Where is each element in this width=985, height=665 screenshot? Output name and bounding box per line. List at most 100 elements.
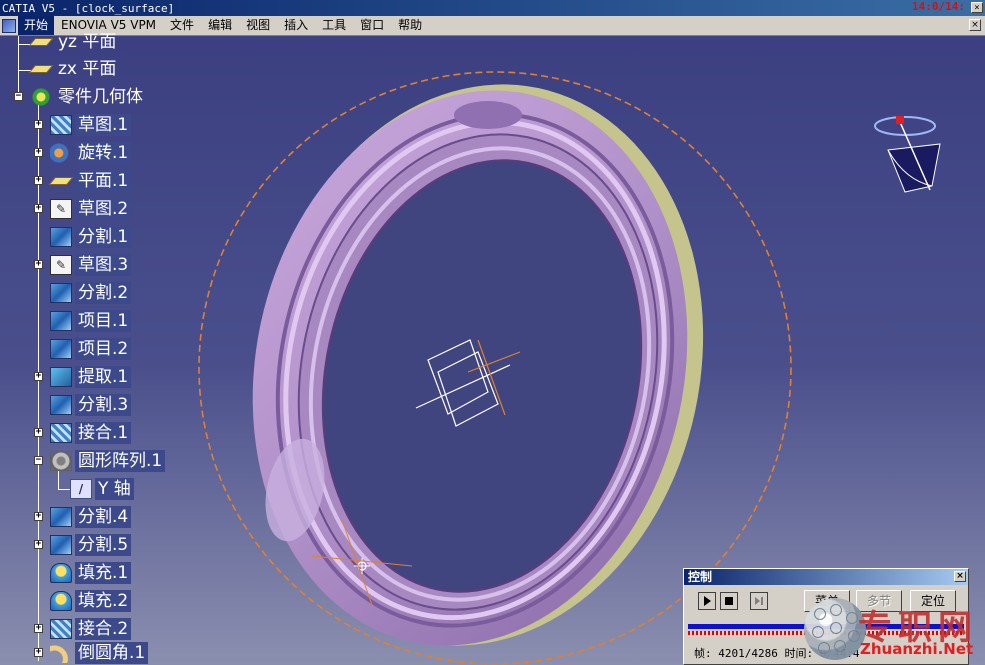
sketch-icon: ✎ xyxy=(50,199,72,219)
orientation-compass[interactable] xyxy=(874,116,941,193)
plane-icon xyxy=(48,171,74,191)
menu-window[interactable]: 窗口 xyxy=(353,16,391,35)
tree-item[interactable]: 分割.4 xyxy=(50,505,132,529)
window-titlebar: CATIA V5 - [clock_surface] 14:0/14: × xyxy=(0,0,985,16)
tree-item[interactable]: ✎ 草图.3 xyxy=(50,253,132,277)
window-close-button[interactable]: × xyxy=(971,2,983,13)
tree-item-label: 接合.1 xyxy=(75,422,132,444)
control-panel-close-button[interactable]: × xyxy=(954,571,966,582)
tree-item[interactable]: 分割.3 xyxy=(50,393,132,417)
specification-tree: yz 平面 zx 平面 − 零件几何体 + 草图.1 + 旋转.1 + 平面.1… xyxy=(0,32,200,665)
tree-item[interactable]: 分割.1 xyxy=(50,225,132,249)
tree-item-label: 旋转.1 xyxy=(75,142,132,164)
play-button[interactable] xyxy=(698,592,716,610)
tree-item-label: 项目.1 xyxy=(75,310,132,332)
expand-toggle[interactable]: + xyxy=(34,512,43,521)
tree-item[interactable]: zx 平面 xyxy=(28,57,119,81)
expand-toggle[interactable]: + xyxy=(34,120,43,129)
tree-item[interactable]: 填充.2 xyxy=(50,589,132,613)
join-icon xyxy=(50,423,72,443)
tree-item[interactable]: 接合.1 xyxy=(50,421,132,445)
tree-item[interactable]: 零件几何体 xyxy=(30,85,146,109)
tree-item[interactable]: 提取.1 xyxy=(50,365,132,389)
tree-item[interactable]: 圆形阵列.1 xyxy=(50,449,166,473)
split-icon xyxy=(50,395,72,415)
tree-item-label: Y 轴 xyxy=(95,478,134,500)
expand-toggle[interactable]: + xyxy=(34,176,43,185)
tree-item[interactable]: 接合.2 xyxy=(50,617,132,641)
projection-icon xyxy=(50,311,72,331)
play-icon xyxy=(704,596,711,606)
watermark: 专职网 Zhuanzhi.Net xyxy=(800,592,985,665)
watermark-en-text: Zhuanzhi.Net xyxy=(860,640,974,658)
tree-item[interactable]: yz 平面 xyxy=(28,30,119,54)
projection-icon xyxy=(50,339,72,359)
axis-icon: / xyxy=(70,479,92,499)
extract-icon xyxy=(50,367,72,387)
collapse-toggle[interactable]: − xyxy=(14,92,23,101)
expand-toggle[interactable]: + xyxy=(34,204,43,213)
collapse-toggle[interactable]: − xyxy=(34,456,43,465)
tree-item-label: 提取.1 xyxy=(75,366,132,388)
tree-item-label: 平面.1 xyxy=(75,170,132,192)
tree-item-label: 项目.2 xyxy=(75,338,132,360)
tree-item-label: 零件几何体 xyxy=(58,87,143,107)
menu-help[interactable]: 帮助 xyxy=(391,16,429,35)
clock-display: 14:0/14: xyxy=(912,0,965,13)
expand-toggle[interactable]: + xyxy=(34,260,43,269)
window-title: CATIA V5 - [clock_surface] xyxy=(2,1,175,15)
expand-toggle[interactable]: + xyxy=(34,372,43,381)
tree-item-label: 接合.2 xyxy=(75,618,132,640)
tree-connector xyxy=(18,36,19,96)
fillet-icon xyxy=(50,643,72,663)
document-close-button[interactable]: × xyxy=(969,19,981,31)
menu-bar: 开始 ENOVIA V5 VPM 文件 编辑 视图 插入 工具 窗口 帮助 × xyxy=(0,16,985,36)
step-button[interactable] xyxy=(750,592,768,610)
tree-item[interactable]: 填充.1 xyxy=(50,561,132,585)
tree-item-label: 分割.4 xyxy=(75,506,132,528)
control-panel-titlebar: 控制 × xyxy=(684,569,968,585)
stop-button[interactable] xyxy=(720,592,738,610)
menu-edit[interactable]: 编辑 xyxy=(201,16,239,35)
split-icon xyxy=(50,535,72,555)
tree-item-label: 倒圆角.1 xyxy=(75,642,149,664)
tree-item-label: 草图.1 xyxy=(75,114,132,136)
tree-item-label: 圆形阵列.1 xyxy=(75,450,166,472)
part-body-icon xyxy=(30,87,52,107)
tree-item[interactable]: 分割.2 xyxy=(50,281,132,305)
fill-icon xyxy=(50,591,72,611)
expand-toggle[interactable]: + xyxy=(34,148,43,157)
stop-icon xyxy=(725,597,733,605)
menu-insert[interactable]: 插入 xyxy=(277,16,315,35)
tree-item[interactable]: 倒圆角.1 xyxy=(50,641,149,665)
tree-item[interactable]: 草图.1 xyxy=(50,113,132,137)
join-icon xyxy=(50,619,72,639)
tree-item-label: 草图.2 xyxy=(75,198,132,220)
tree-item[interactable]: 项目.2 xyxy=(50,337,132,361)
system-menu-icon[interactable] xyxy=(2,18,16,33)
tree-item[interactable]: / Y 轴 xyxy=(70,477,134,501)
expand-toggle[interactable]: + xyxy=(34,648,43,657)
tree-item-label: 分割.5 xyxy=(75,534,132,556)
menu-file[interactable]: 文件 xyxy=(163,16,201,35)
tree-item-label: 填充.1 xyxy=(75,562,132,584)
tree-item[interactable]: 平面.1 xyxy=(48,169,132,193)
tree-item[interactable]: 旋转.1 xyxy=(50,141,132,165)
menu-view[interactable]: 视图 xyxy=(239,16,277,35)
split-icon xyxy=(50,283,72,303)
split-icon xyxy=(50,507,72,527)
tree-item-label: yz 平面 xyxy=(58,32,117,52)
expand-toggle[interactable]: + xyxy=(34,540,43,549)
revolve-icon xyxy=(50,143,72,163)
menu-tools[interactable]: 工具 xyxy=(315,16,353,35)
tree-item[interactable]: 分割.5 xyxy=(50,533,132,557)
watermark-ball-icon xyxy=(804,598,866,660)
sketch-icon: ✎ xyxy=(50,255,72,275)
tree-item[interactable]: ✎ 草图.2 xyxy=(50,197,132,221)
tree-item-label: 填充.2 xyxy=(75,590,132,612)
expand-toggle[interactable]: + xyxy=(34,428,43,437)
tree-item[interactable]: 项目.1 xyxy=(50,309,132,333)
split-icon xyxy=(50,227,72,247)
expand-toggle[interactable]: + xyxy=(34,624,43,633)
tree-item-label: 分割.2 xyxy=(75,282,132,304)
